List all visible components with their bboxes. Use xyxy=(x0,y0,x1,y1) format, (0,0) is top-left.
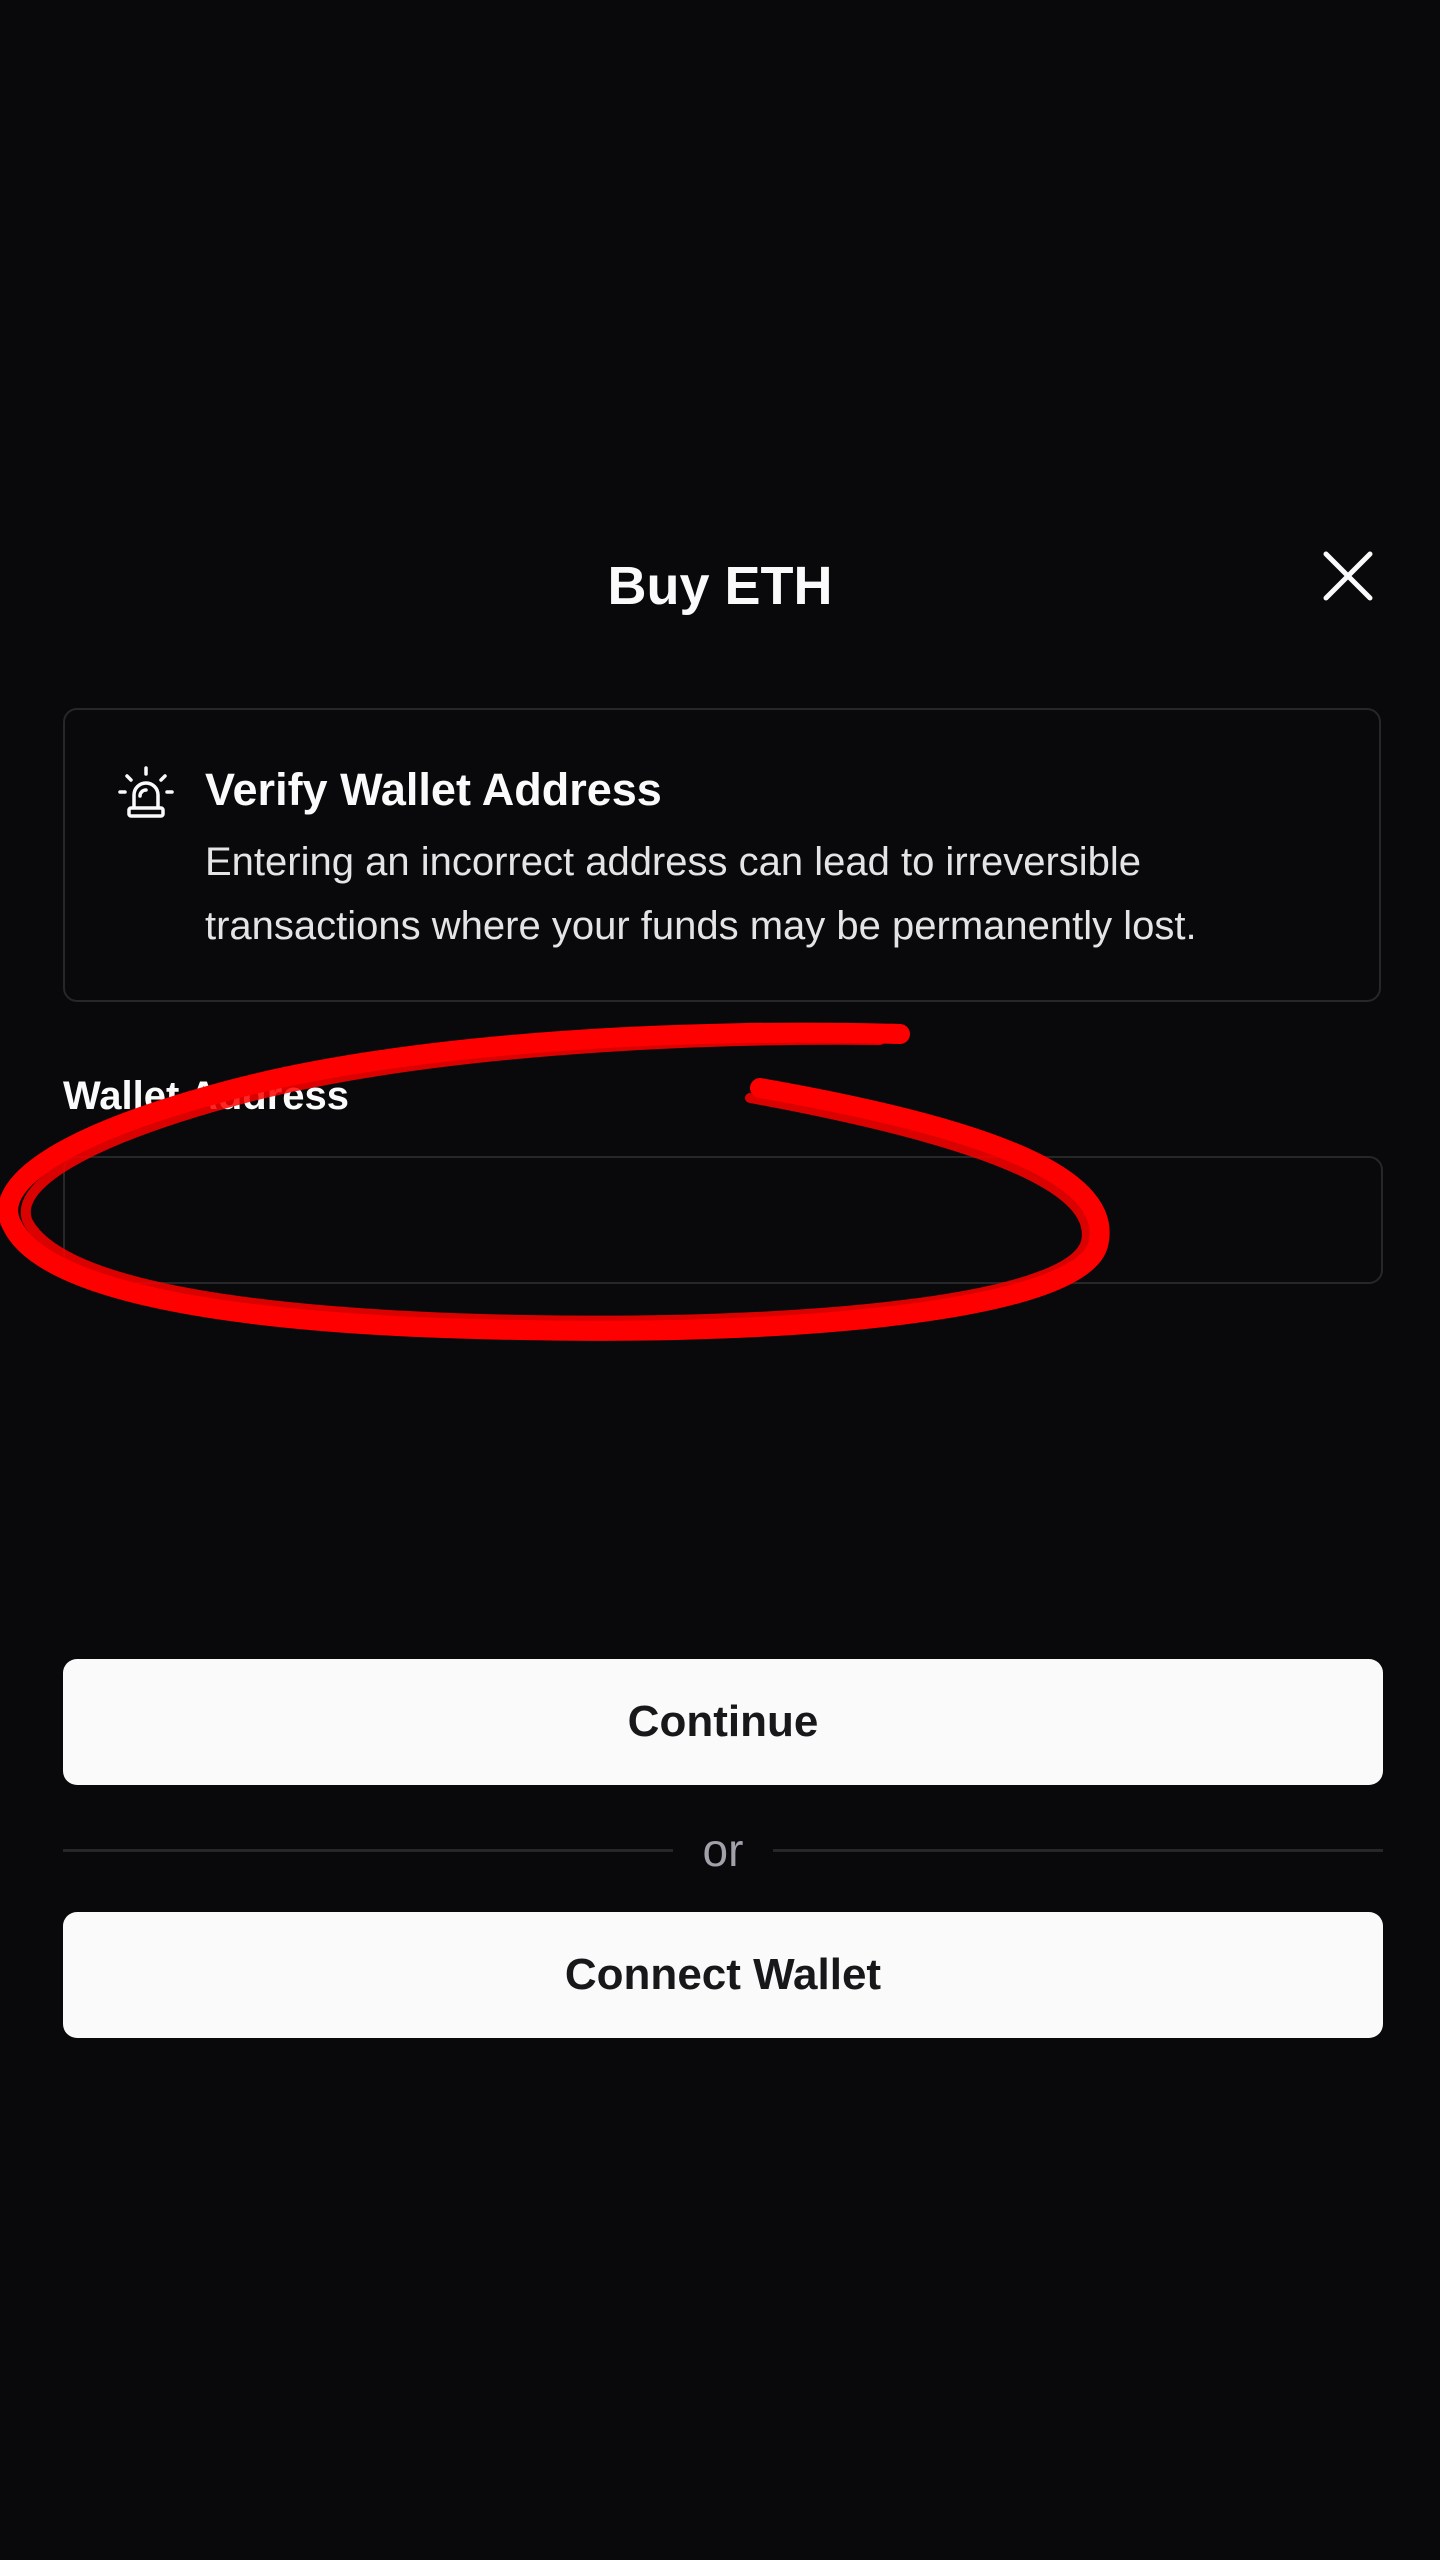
close-button[interactable] xyxy=(1312,540,1384,612)
divider-line-right xyxy=(773,1849,1383,1852)
close-icon xyxy=(1323,551,1373,601)
alert-description: Entering an incorrect address can lead t… xyxy=(205,840,1197,948)
wallet-address-label: Wallet Address xyxy=(63,1074,349,1118)
or-divider: or xyxy=(63,1820,1383,1880)
continue-button[interactable]: Continue xyxy=(63,1659,1383,1785)
wallet-address-input[interactable] xyxy=(63,1156,1383,1284)
alert-title: Verify Wallet Address xyxy=(205,764,662,815)
siren-icon xyxy=(118,766,174,818)
connect-wallet-button[interactable]: Connect Wallet xyxy=(63,1912,1383,2038)
buy-eth-dialog: Buy ETH Verify Wallet Address Entering a… xyxy=(0,0,1440,2560)
dialog-title: Buy ETH xyxy=(607,556,833,616)
verify-wallet-alert: Verify Wallet Address Entering an incorr… xyxy=(63,708,1381,1002)
